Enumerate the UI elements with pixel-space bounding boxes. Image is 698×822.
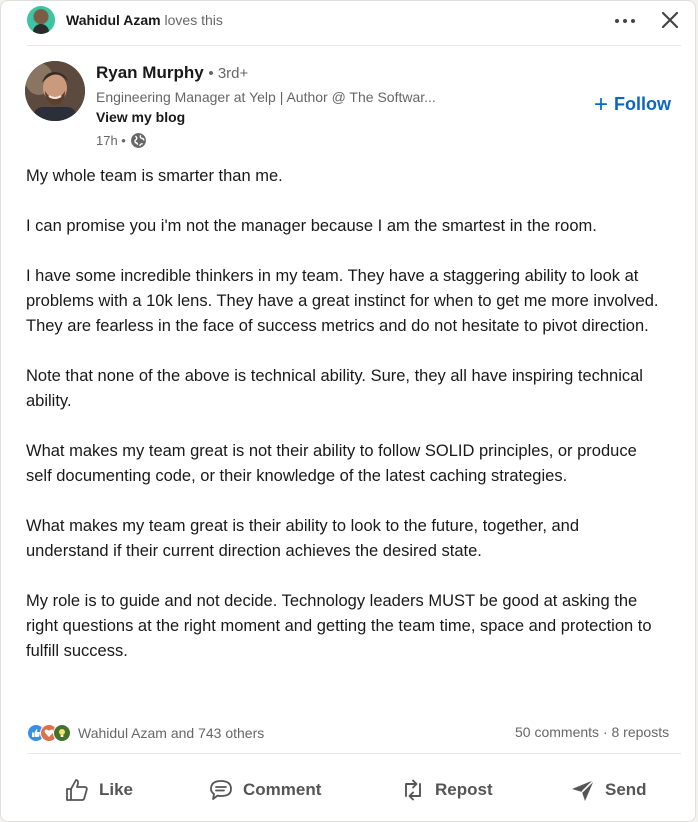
feed-post-card: Wahidul Azam loves this Ryan Murphy • 3r… <box>0 0 696 822</box>
post-paragraph: I can promise you i'm not the manager be… <box>26 217 597 235</box>
comments-count[interactable]: 50 comments <box>515 724 599 740</box>
author-name[interactable]: Ryan Murphy • 3rd+ <box>96 63 248 83</box>
comment-button[interactable]: Comment <box>207 772 321 808</box>
actor-avatar[interactable] <box>27 6 55 34</box>
reposts-count[interactable]: 8 reposts <box>612 724 670 740</box>
comment-label: Comment <box>243 780 322 799</box>
globe-icon <box>130 133 146 148</box>
post-paragraph: My whole team is smarter than me. <box>26 167 283 185</box>
post-paragraph: Note that none of the above is technical… <box>26 367 643 410</box>
more-dot-icon <box>615 19 619 23</box>
post-time: 17h • <box>96 133 126 148</box>
like-label: Like <box>99 780 134 799</box>
dismiss-button[interactable] <box>655 5 685 35</box>
connection-degree: • 3rd+ <box>208 65 249 82</box>
post-paragraph: What makes my team great is their abilit… <box>26 517 580 560</box>
post-meta: 17h • <box>96 132 147 149</box>
repost-icon <box>405 779 421 801</box>
author-avatar[interactable] <box>25 61 85 121</box>
comment-icon <box>210 780 232 800</box>
view-blog-link[interactable]: View my blog <box>96 109 185 125</box>
engagement-counts: 50 comments · 8 reposts <box>515 724 669 740</box>
divider <box>27 45 681 46</box>
post-paragraph: My role is to guide and not decide. Tech… <box>26 592 652 660</box>
send-button[interactable]: Send <box>569 772 647 808</box>
send-label: Send <box>605 780 647 799</box>
repost-button[interactable]: Repost <box>399 772 493 808</box>
thumbs-up-icon <box>66 779 88 801</box>
more-dot-icon <box>631 19 635 23</box>
activity-header: Wahidul Azam loves this <box>1 1 695 45</box>
activity-text: Wahidul Azam loves this <box>66 12 223 28</box>
repost-label: Repost <box>435 780 493 799</box>
send-icon <box>572 779 595 801</box>
author-headline: Engineering Manager at Yelp | Author @ T… <box>96 89 436 105</box>
activity-actor-name[interactable]: Wahidul Azam <box>66 12 161 28</box>
follow-button[interactable]: + Follow <box>594 90 672 118</box>
insightful-icon <box>53 724 71 742</box>
close-icon <box>661 11 679 29</box>
count-separator: · <box>602 724 608 740</box>
reactions-summary[interactable]: Wahidul Azam and 743 others <box>27 722 264 744</box>
post-paragraph: I have some incredible thinkers in my te… <box>26 267 659 335</box>
like-button[interactable]: Like <box>63 772 133 808</box>
post-paragraph: What makes my team great is not their ab… <box>26 442 637 485</box>
follow-label: Follow <box>614 94 672 114</box>
more-options-button[interactable] <box>607 7 643 35</box>
plus-icon: + <box>594 90 609 118</box>
reactions-text[interactable]: Wahidul Azam and 743 others <box>78 725 264 741</box>
author-photo <box>25 61 85 121</box>
more-dot-icon <box>623 19 627 23</box>
post-text: My whole team is smarter than me. I can … <box>26 164 666 689</box>
divider <box>27 753 681 754</box>
activity-action: loves this <box>164 12 223 28</box>
author-name-text[interactable]: Ryan Murphy <box>96 63 204 82</box>
